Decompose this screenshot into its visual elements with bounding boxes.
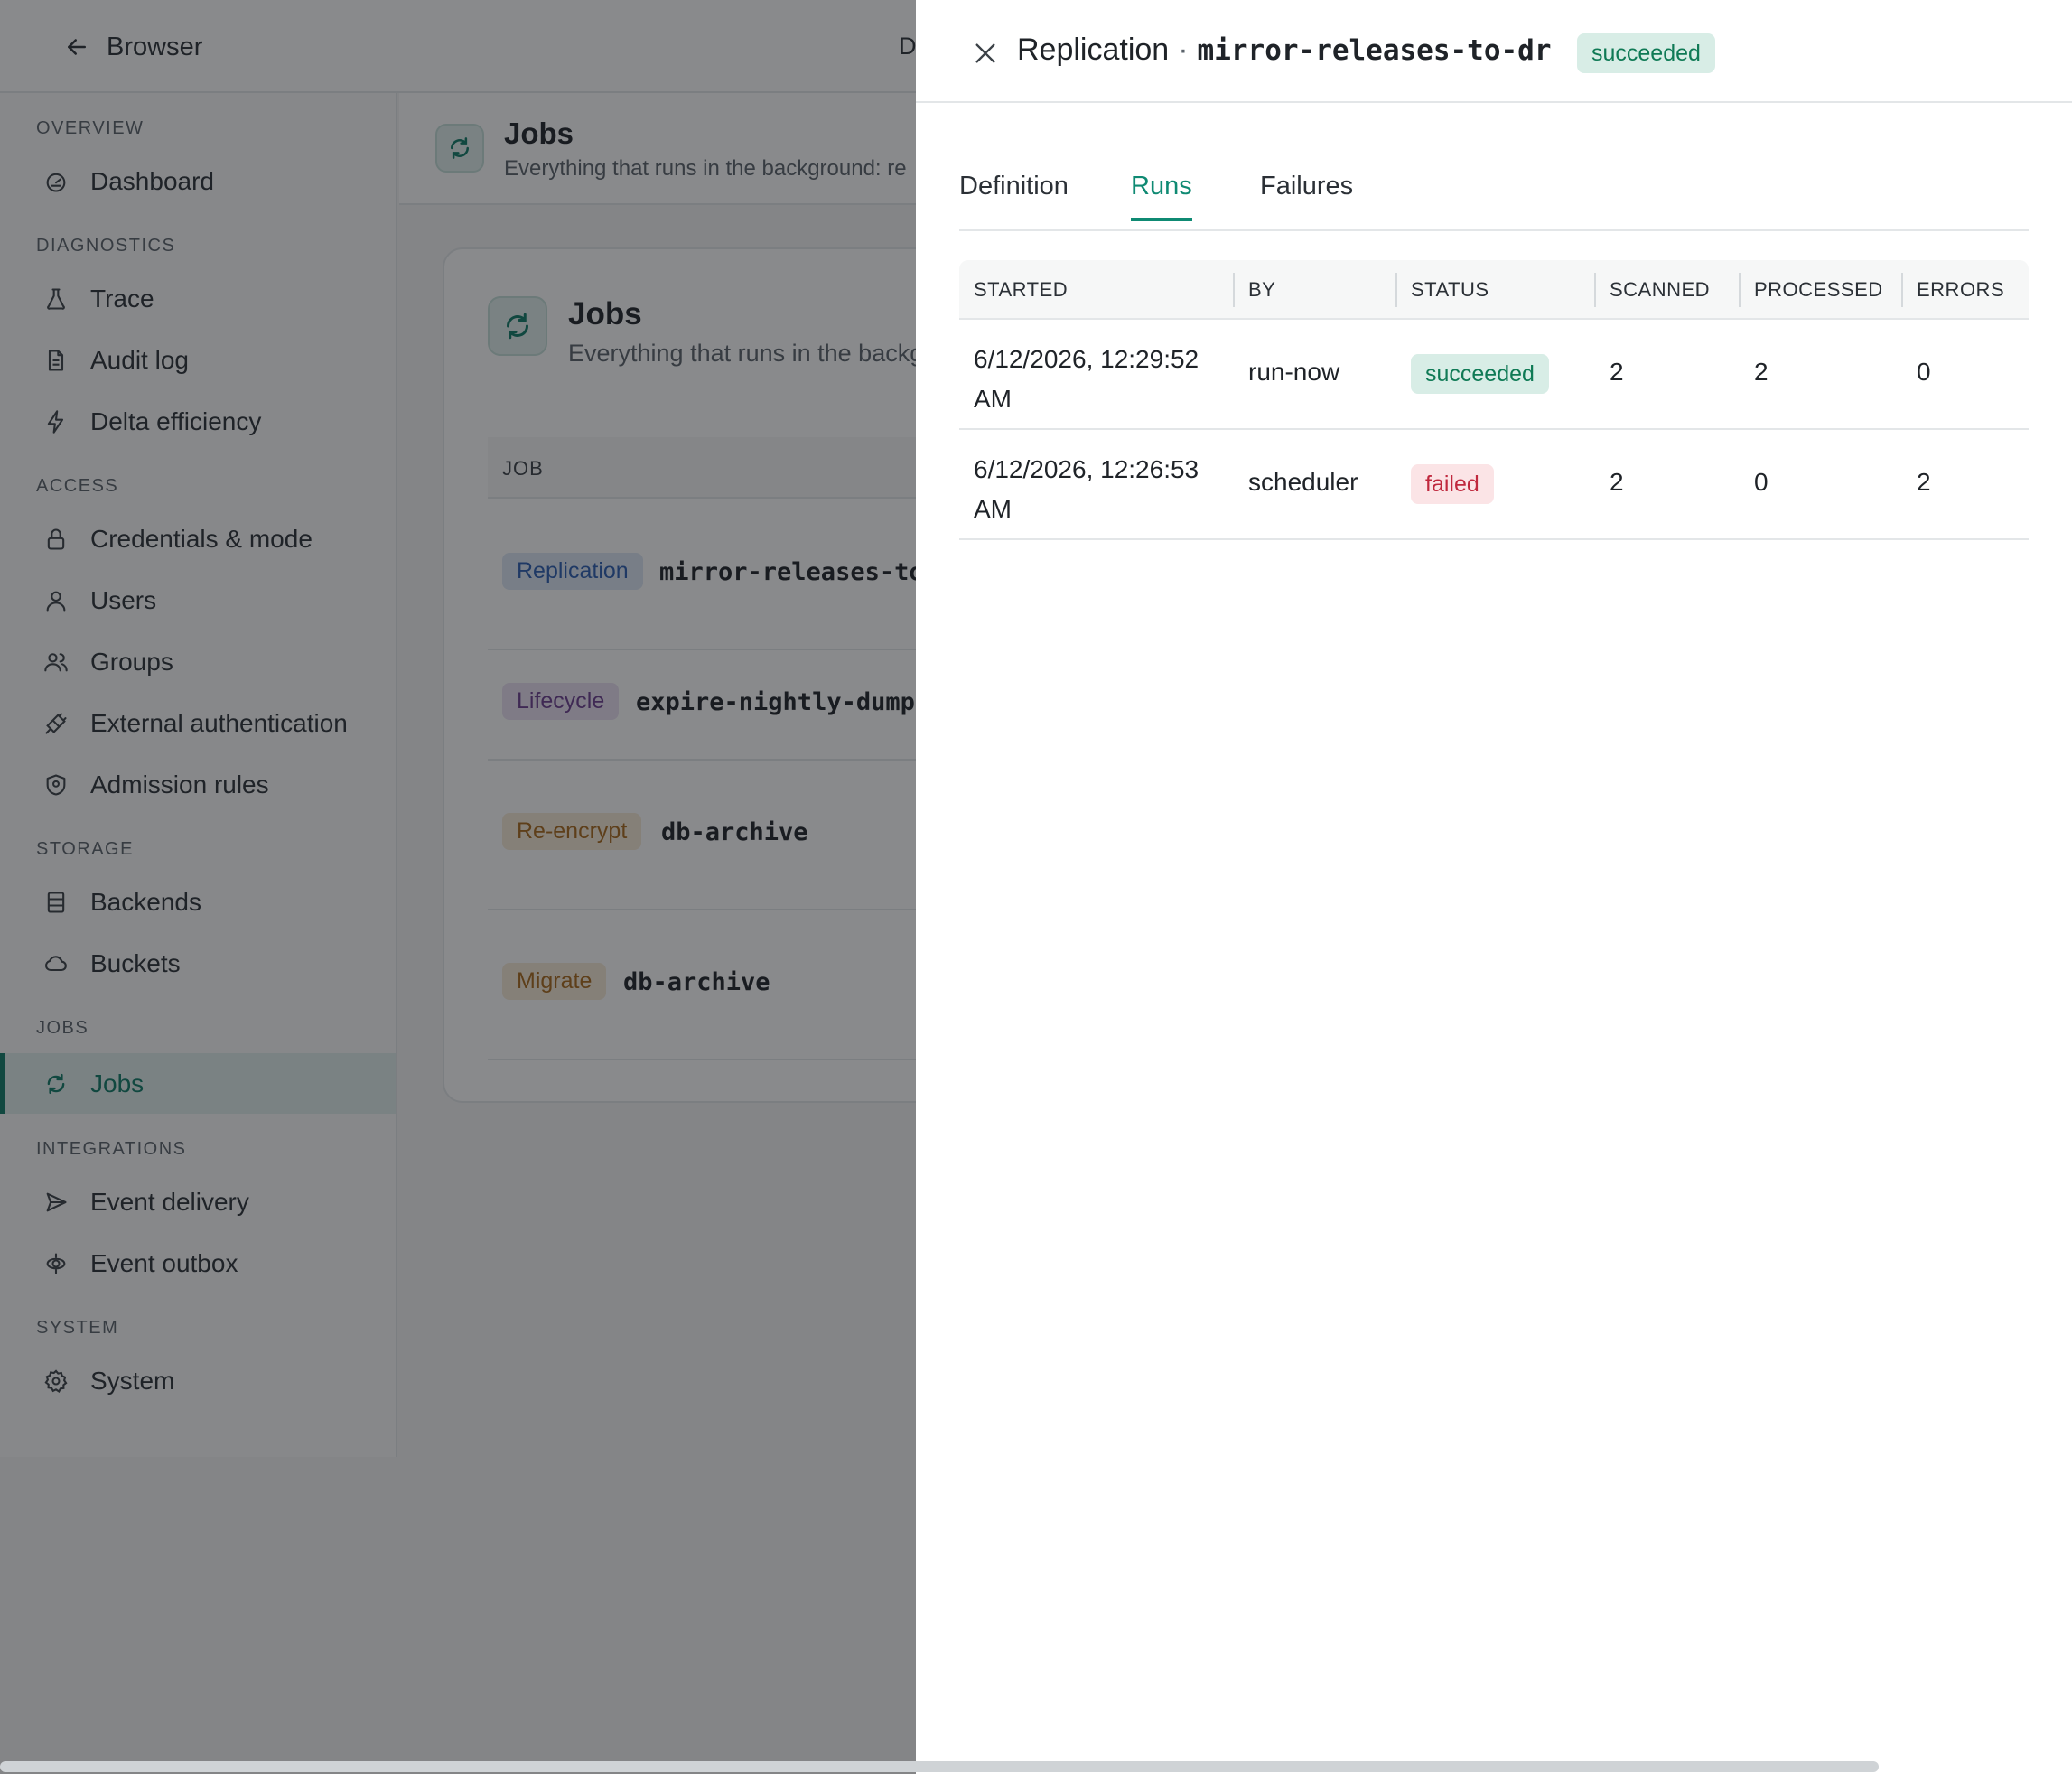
column-header-status[interactable]: STATUS xyxy=(1411,278,1489,302)
run-scanned: 2 xyxy=(1610,468,1624,496)
column-divider[interactable] xyxy=(1901,273,1903,307)
table-row[interactable]: 6/12/2026, 12:26:53 AM scheduler failed … xyxy=(959,430,2029,540)
drawer-title-kind: Replication xyxy=(1017,33,1170,67)
column-header-scanned[interactable]: SCANNED xyxy=(1610,278,1710,302)
drawer-title: Replication · mirror-releases-to-dr xyxy=(1017,33,1551,68)
column-divider[interactable] xyxy=(1395,273,1397,307)
run-errors: 2 xyxy=(1917,468,1931,496)
drawer-title-separator: · xyxy=(1178,33,1189,67)
drawer-tabs: Definition Runs Failures xyxy=(959,163,2029,231)
tab-failures[interactable]: Failures xyxy=(1260,172,1353,218)
column-divider[interactable] xyxy=(1594,273,1596,307)
job-detail-drawer: Replication · mirror-releases-to-dr succ… xyxy=(916,0,2072,1774)
job-status-badge: succeeded xyxy=(1577,33,1715,73)
column-header-by[interactable]: BY xyxy=(1248,278,1275,302)
column-header-processed[interactable]: PROCESSED xyxy=(1754,278,1883,302)
run-processed: 2 xyxy=(1754,358,1769,386)
run-by: scheduler xyxy=(1248,468,1358,496)
horizontal-scrollbar[interactable] xyxy=(0,1761,1879,1772)
runs-table: STARTED BY STATUS SCANNED PROCESSED ERRO… xyxy=(959,260,2029,540)
run-errors: 0 xyxy=(1917,358,1931,386)
column-divider[interactable] xyxy=(1233,273,1235,307)
run-started: 6/12/2026, 12:29:52 AM xyxy=(974,345,1199,413)
tab-runs[interactable]: Runs xyxy=(1131,172,1192,221)
close-drawer-button[interactable] xyxy=(966,33,1005,73)
drawer-header: Replication · mirror-releases-to-dr succ… xyxy=(916,0,2072,103)
table-row[interactable]: 6/12/2026, 12:29:52 AM run-now succeeded… xyxy=(959,320,2029,430)
run-started: 6/12/2026, 12:26:53 AM xyxy=(974,455,1199,523)
run-by: run-now xyxy=(1248,358,1340,386)
drawer-title-job-name: mirror-releases-to-dr xyxy=(1197,34,1552,67)
run-status-badge: failed xyxy=(1411,464,1494,504)
close-icon xyxy=(975,43,995,63)
run-status-badge: succeeded xyxy=(1411,354,1549,394)
column-header-errors[interactable]: ERRORS xyxy=(1917,278,2004,302)
runs-table-header: STARTED BY STATUS SCANNED PROCESSED ERRO… xyxy=(959,260,2029,320)
column-header-started[interactable]: STARTED xyxy=(974,278,1068,302)
run-scanned: 2 xyxy=(1610,358,1624,386)
tab-definition[interactable]: Definition xyxy=(959,172,1069,218)
column-divider[interactable] xyxy=(1739,273,1741,307)
run-processed: 0 xyxy=(1754,468,1769,496)
